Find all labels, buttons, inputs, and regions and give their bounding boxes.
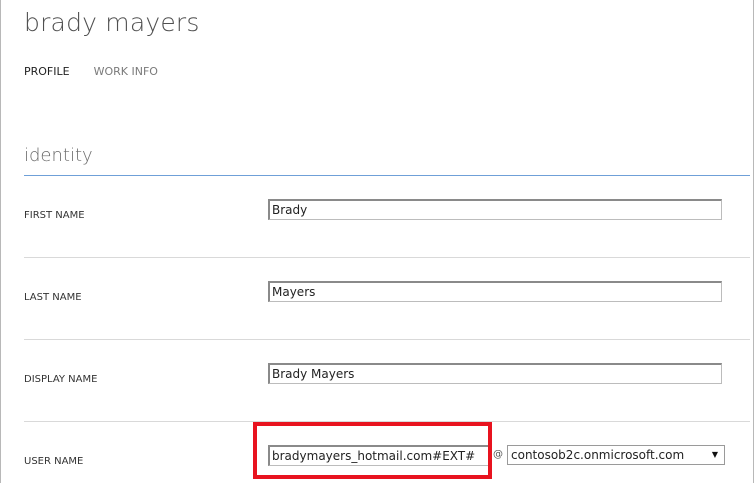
domain-select-value: contosob2c.onmicrosoft.com — [511, 448, 685, 462]
display-name-row: DISPLAY NAME — [24, 340, 750, 422]
last-name-field[interactable] — [268, 281, 722, 302]
domain-select[interactable]: contosob2c.onmicrosoft.com ▼ — [507, 445, 725, 465]
user-name-field[interactable] — [268, 445, 490, 466]
first-name-row: FIRST NAME — [24, 176, 750, 258]
tab-profile[interactable]: PROFILE — [24, 65, 70, 78]
first-name-label: FIRST NAME — [24, 210, 85, 221]
display-name-field[interactable] — [268, 363, 722, 384]
display-name-label: DISPLAY NAME — [24, 374, 98, 385]
tab-work-info[interactable]: WORK INFO — [94, 65, 158, 78]
tab-bar: PROFILE WORK INFO — [24, 65, 158, 78]
last-name-label: LAST NAME — [24, 292, 82, 303]
user-name-label: USER NAME — [24, 456, 84, 467]
page-title: brady mayers — [24, 8, 200, 37]
at-sign: @ — [493, 449, 503, 460]
last-name-row: LAST NAME — [24, 258, 750, 340]
user-name-row: USER NAME @ contosob2c.onmicrosoft.com ▼ — [24, 422, 750, 483]
section-title: identity — [24, 145, 93, 166]
first-name-field[interactable] — [268, 199, 722, 220]
chevron-down-icon: ▼ — [711, 450, 718, 459]
